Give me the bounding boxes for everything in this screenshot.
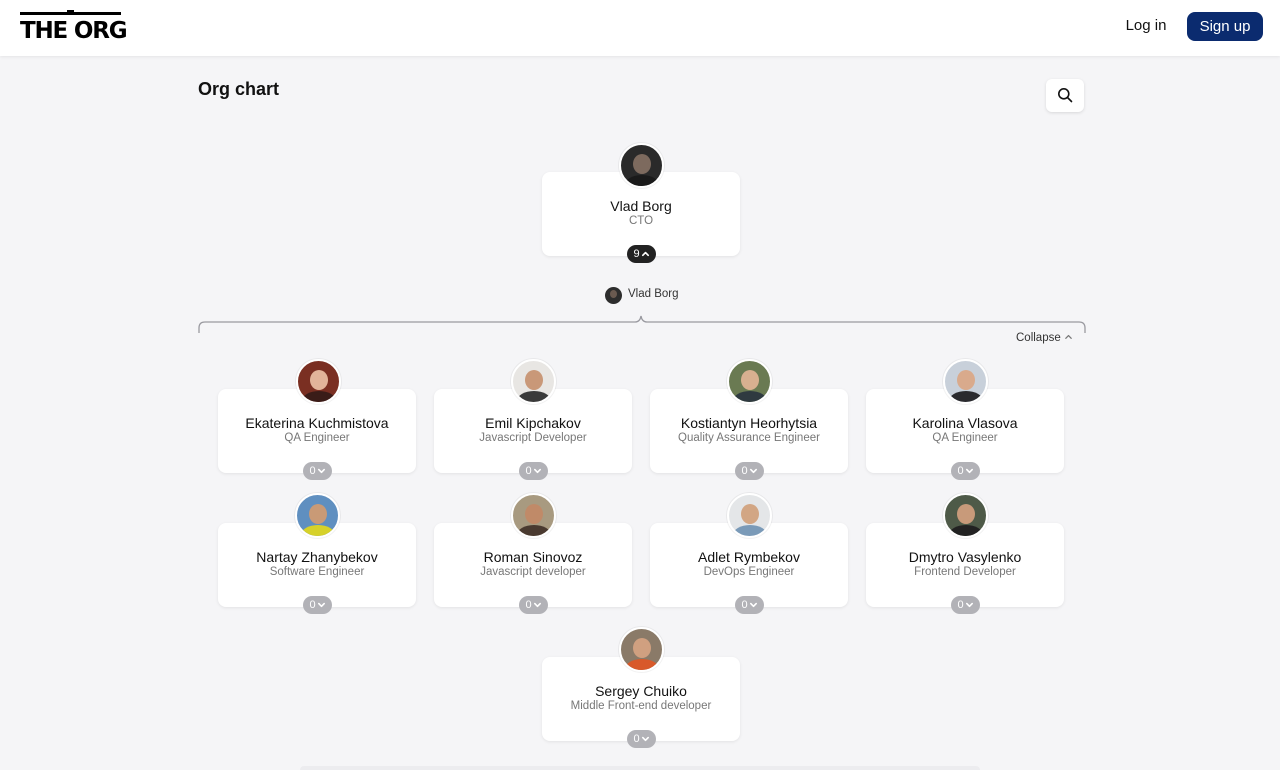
chevron-down-icon [317, 468, 325, 473]
search-icon [1058, 88, 1073, 103]
reports-count: 0 [957, 599, 964, 611]
person-role: Javascript Developer [479, 432, 587, 444]
avatar[interactable] [295, 493, 340, 538]
reports-toggle[interactable]: 0 [735, 596, 764, 614]
signup-button[interactable]: Sign up [1187, 12, 1263, 41]
chevron-down-icon [533, 602, 541, 607]
the-org-logo[interactable]: THE ORG [20, 10, 128, 43]
person-role: QA Engineer [284, 432, 350, 444]
logo-notch [67, 10, 74, 15]
reports-toggle[interactable]: 0 [303, 596, 332, 614]
person-name: Nartay Zhanybekov [256, 549, 378, 565]
reports-count: 0 [957, 465, 964, 477]
person-role: DevOps Engineer [703, 566, 795, 578]
person-role: Frontend Developer [914, 566, 1016, 578]
reports-count: 0 [525, 599, 532, 611]
reports-count: 0 [525, 465, 532, 477]
person-name: Sergey Chuiko [595, 683, 687, 699]
person-role: Quality Assurance Engineer [678, 432, 820, 444]
person-role: Software Engineer [269, 566, 365, 578]
chevron-down-icon [317, 602, 325, 607]
reports-toggle[interactable]: 0 [627, 730, 656, 748]
reports-count: 0 [741, 465, 748, 477]
chevron-down-icon [965, 468, 973, 473]
reports-toggle[interactable]: 0 [951, 596, 980, 614]
chevron-down-icon [641, 736, 649, 741]
reports-toggle[interactable]: 0 [519, 596, 548, 614]
manager-name: Vlad Borg [628, 288, 679, 300]
search-button[interactable] [1046, 79, 1084, 112]
reports-toggle[interactable]: 0 [951, 462, 980, 480]
avatar[interactable] [296, 359, 341, 404]
org-connector-bracket [198, 315, 1086, 333]
person-name: Kostiantyn Heorhytsia [680, 415, 818, 431]
avatar[interactable] [943, 359, 988, 404]
person-role: QA Engineer [932, 432, 998, 444]
collapse-label: Collapse [1016, 332, 1061, 344]
reports-toggle[interactable]: 0 [735, 462, 764, 480]
avatar[interactable] [619, 627, 664, 672]
chevron-down-icon [965, 602, 973, 607]
avatar[interactable] [943, 493, 988, 538]
page-title: Org chart [198, 79, 280, 99]
avatar[interactable] [511, 493, 556, 538]
chevron-up-icon [1064, 335, 1072, 340]
mini-avatar [605, 287, 622, 304]
person-name: Vlad Borg [610, 198, 672, 214]
chevron-down-icon [533, 468, 541, 473]
person-role: Middle Front-end developer [570, 700, 712, 712]
reports-toggle[interactable]: 0 [519, 462, 548, 480]
reports-count: 0 [741, 599, 748, 611]
logo-text: THE ORG [20, 18, 128, 44]
avatar[interactable] [511, 359, 556, 404]
person-name: Emil Kipchakov [485, 415, 581, 431]
person-role: Javascript developer [480, 566, 586, 578]
chevron-down-icon [749, 602, 757, 607]
chevron-up-icon [641, 251, 649, 256]
bottom-panel-edge [300, 766, 980, 770]
reports-count: 0 [633, 733, 640, 745]
collapse-button[interactable]: Collapse [1016, 332, 1073, 344]
login-link[interactable]: Log in [1116, 12, 1176, 40]
avatar[interactable] [727, 493, 772, 538]
person-name: Dmytro Vasylenko [908, 549, 1022, 565]
reports-count: 0 [309, 465, 316, 477]
chevron-down-icon [749, 468, 757, 473]
reports-toggle[interactable]: 0 [303, 462, 332, 480]
avatar[interactable] [619, 143, 664, 188]
top-navbar: THE ORG Log in Sign up [0, 0, 1280, 56]
reports-count: 9 [633, 248, 640, 260]
avatar[interactable] [727, 359, 772, 404]
person-name: Adlet Rymbekov [698, 549, 800, 565]
person-name: Roman Sinovoz [483, 549, 583, 565]
person-name: Karolina Vlasova [912, 415, 1018, 431]
reports-toggle[interactable]: 9 [627, 245, 656, 263]
person-role: CTO [628, 215, 654, 227]
reports-count: 0 [309, 599, 316, 611]
person-name: Ekaterina Kuchmistova [245, 415, 389, 431]
